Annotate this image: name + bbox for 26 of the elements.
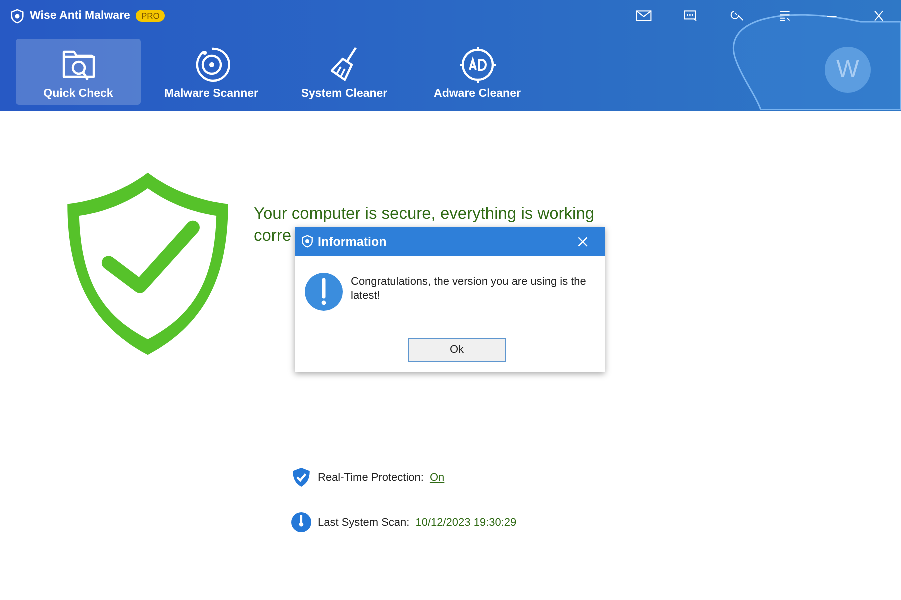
- wrench-icon[interactable]: [730, 10, 746, 22]
- status-label: Last System Scan:: [318, 516, 410, 528]
- nav-tab[interactable]: Malware Scanner: [149, 39, 274, 105]
- exclamation-icon: [305, 273, 343, 311]
- gauge-icon: [291, 512, 312, 533]
- status-headline-line: corre: [254, 226, 292, 247]
- dialog-message: Congratulations, the version you are using is the latest!: [351, 275, 588, 303]
- feedback-icon[interactable]: [683, 10, 699, 22]
- menu-icon[interactable]: [777, 10, 793, 22]
- status-headline-line: Your computer is secure, everything is working: [254, 204, 595, 225]
- status-label: Real-Time Protection:: [318, 472, 424, 484]
- ok-button[interactable]: Ok: [408, 338, 506, 362]
- ad-target-icon: [458, 45, 498, 85]
- mail-icon[interactable]: [636, 10, 652, 22]
- nav-tab[interactable]: System Cleaner: [282, 39, 407, 105]
- shield-logo-icon: [10, 8, 25, 24]
- close-icon[interactable]: [577, 236, 589, 248]
- shield-logo-icon: [301, 235, 314, 248]
- shield-check-icon: [291, 467, 312, 488]
- app-title: Wise Anti Malware: [30, 10, 130, 22]
- status-value: 10/12/2023 19:30:29: [416, 516, 517, 528]
- dialog-title: Information: [318, 234, 387, 248]
- status-link[interactable]: On: [430, 472, 445, 484]
- pro-badge: PRO: [136, 10, 165, 22]
- nav-tab[interactable]: Quick Check: [16, 39, 141, 105]
- nav-tab[interactable]: Adware Cleaner: [415, 39, 540, 105]
